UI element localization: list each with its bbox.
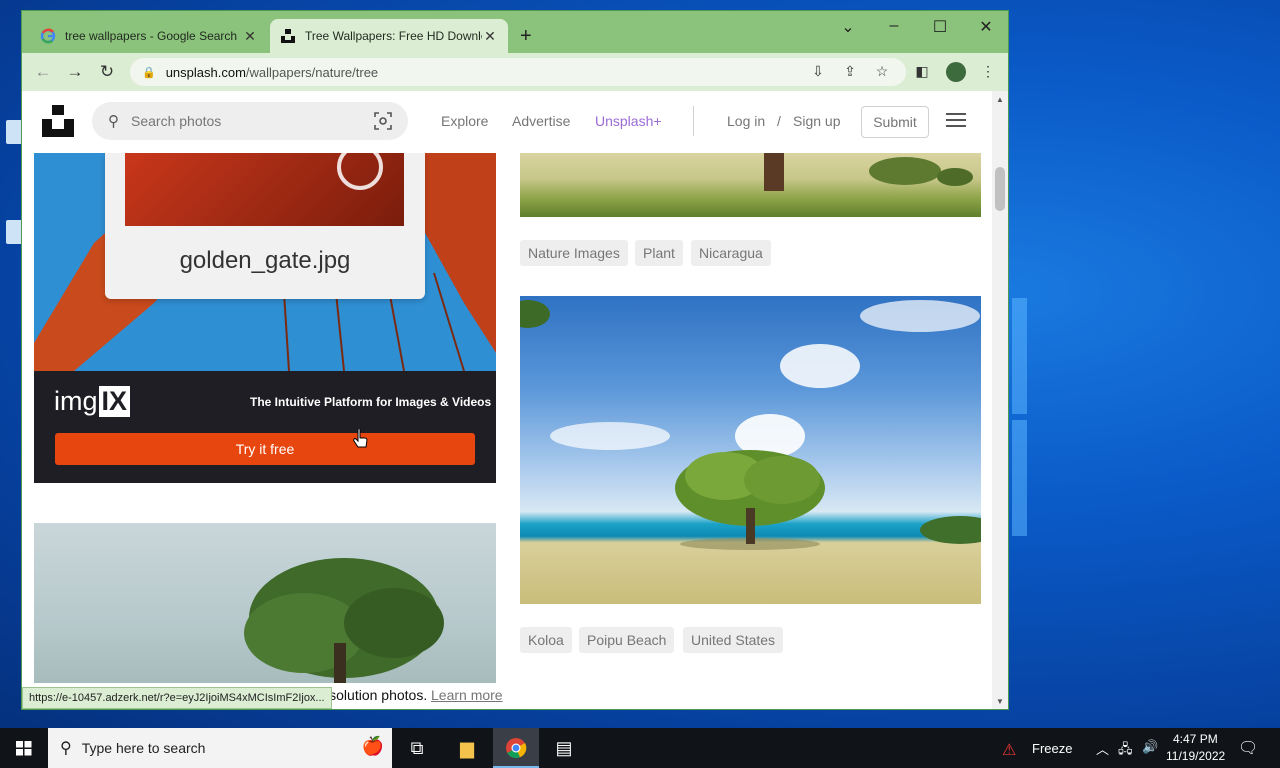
- tab-strip: tree wallpapers - Google Search ✕ Tree W…: [22, 11, 1008, 53]
- side-panel-icon[interactable]: ◧: [912, 63, 932, 80]
- nav-explore-link[interactable]: Explore: [441, 113, 488, 129]
- tag-link[interactable]: Plant: [635, 240, 683, 266]
- ad-footer: img IX The Intuitive Platform for Images …: [34, 371, 496, 483]
- imgix-advertisement[interactable]: golden_gate.jpg img IX The Intuitive Plat…: [34, 153, 496, 483]
- ad-file-name: golden_gate.jpg: [179, 247, 351, 274]
- reload-button[interactable]: ↻: [96, 61, 118, 83]
- windows-start-icon[interactable]: [0, 728, 48, 768]
- link-status-bar: https://e-10457.adzerk.net/r?e=eyJ2IjoiM…: [22, 687, 332, 709]
- close-tab-icon[interactable]: ✕: [242, 28, 258, 45]
- tab-unsplash[interactable]: Tree Wallpapers: Free HD Download ✕: [270, 19, 508, 53]
- tree-silhouette: [244, 558, 444, 683]
- network-icon[interactable]: 🖧: [1118, 740, 1133, 762]
- scroll-thumb[interactable]: [995, 167, 1005, 211]
- browser-window: tree wallpapers - Google Search ✕ Tree W…: [21, 10, 1009, 710]
- freeze-warning-icon[interactable]: ⚠: [1002, 740, 1016, 760]
- clock-date[interactable]: 11/19/2022: [1166, 749, 1225, 763]
- tag-link[interactable]: United States: [683, 627, 784, 653]
- ad-file-card: golden_gate.jpg: [105, 153, 425, 299]
- taskbar-search-box[interactable]: ⚲ Type here to search 🍎: [48, 728, 392, 768]
- site-header: ⚲ Search photos Explore Advertise Unspla…: [22, 91, 992, 153]
- chrome-icon: [506, 738, 527, 759]
- tray-chevron-icon[interactable]: ︿: [1096, 739, 1109, 758]
- close-window-button[interactable]: ✕: [974, 17, 998, 37]
- tag-link[interactable]: Koloa: [520, 627, 572, 653]
- tag-link[interactable]: Nicaragua: [691, 240, 771, 266]
- taskbar-search-placeholder: Type here to search: [81, 740, 206, 756]
- url-host: unsplash.com: [165, 64, 246, 80]
- clock-time[interactable]: 4:47 PM: [1173, 732, 1218, 746]
- loading-ring-icon: [337, 153, 383, 190]
- tab-title: Tree Wallpapers: Free HD Download: [305, 29, 482, 43]
- nav-divider: [693, 106, 694, 136]
- page-scrollbar[interactable]: ▲ ▼: [992, 91, 1008, 709]
- imgix-logo-text: img: [54, 386, 98, 416]
- hand-cursor-icon: [353, 429, 368, 448]
- nav-unsplash-plus-link[interactable]: Unsplash+: [595, 113, 662, 129]
- search-icon: ⚲: [60, 740, 72, 757]
- scroll-down-arrow-icon[interactable]: ▼: [992, 697, 1008, 706]
- windows-logo-pane: [1012, 298, 1027, 414]
- bookmark-star-icon[interactable]: ☆: [872, 63, 892, 80]
- browser-toolbar: ← → ↻ 🔒 unsplash.com/wallpapers/nature/t…: [22, 53, 1008, 91]
- notifications-icon[interactable]: 🗨: [1238, 738, 1258, 758]
- search-placeholder: Search photos: [131, 113, 222, 129]
- forward-button[interactable]: →: [64, 61, 86, 83]
- scroll-up-arrow-icon[interactable]: ▲: [992, 95, 1008, 104]
- tab-search-icon[interactable]: ⌄: [836, 17, 860, 37]
- share-icon[interactable]: ⇪: [840, 63, 860, 80]
- tag-link[interactable]: Nature Images: [520, 240, 628, 266]
- app-taskbar-icon[interactable]: ▤: [541, 728, 587, 768]
- windows-logo-pane: [1012, 420, 1027, 536]
- new-tab-button[interactable]: +: [520, 25, 532, 48]
- file-explorer-icon[interactable]: ▆: [444, 728, 490, 768]
- field-trees: [764, 153, 973, 191]
- profile-avatar[interactable]: [946, 62, 966, 82]
- unsplash-logo-icon[interactable]: [42, 105, 74, 137]
- task-view-icon[interactable]: ⧉: [394, 728, 440, 768]
- minimize-button[interactable]: –: [882, 17, 906, 35]
- beach-scene: [520, 300, 981, 550]
- visual-search-icon[interactable]: [374, 112, 392, 130]
- learn-more-link[interactable]: Learn more: [431, 687, 503, 703]
- photo-tree-field[interactable]: [520, 153, 981, 217]
- search-icon: ⚲: [108, 113, 119, 130]
- submit-photo-button[interactable]: Submit: [861, 106, 929, 138]
- tab-google-search[interactable]: tree wallpapers - Google Search ✕: [30, 19, 268, 53]
- hamburger-menu-icon[interactable]: [946, 113, 966, 129]
- web-page: ⚲ Search photos Explore Advertise Unspla…: [22, 91, 1008, 709]
- url-path: /wallpapers/nature/tree: [245, 64, 379, 80]
- back-button[interactable]: ←: [32, 61, 54, 83]
- freeze-label[interactable]: Freeze: [1032, 741, 1072, 756]
- search-photos-input[interactable]: ⚲ Search photos: [92, 102, 408, 140]
- tab-title: tree wallpapers - Google Search: [65, 29, 238, 43]
- windows-taskbar: ⚲ Type here to search 🍎 ⧉ ▆ ▤ ⚠ Freeze ︿…: [0, 728, 1280, 768]
- tag-link[interactable]: Poipu Beach: [579, 627, 675, 653]
- photo-beach-tree[interactable]: [520, 296, 981, 604]
- imgix-logo: img IX: [54, 386, 131, 417]
- login-link[interactable]: Log in: [727, 113, 765, 129]
- install-app-icon[interactable]: ⇩: [808, 63, 828, 80]
- close-tab-icon[interactable]: ✕: [482, 28, 498, 45]
- chrome-taskbar-icon[interactable]: [493, 728, 539, 768]
- menu-kebab-icon[interactable]: ⋮: [978, 63, 998, 80]
- nav-advertise-link[interactable]: Advertise: [512, 113, 570, 129]
- lock-icon[interactable]: 🔒: [142, 66, 156, 79]
- google-g-icon: [40, 28, 56, 44]
- photo-tree-cloudy[interactable]: [34, 523, 496, 683]
- search-highlight-icon: 🍎: [361, 736, 384, 756]
- address-bar[interactable]: 🔒 unsplash.com/wallpapers/nature/tree: [130, 58, 906, 86]
- signup-link[interactable]: Sign up: [793, 113, 840, 129]
- try-it-free-button[interactable]: Try it free: [55, 433, 475, 465]
- volume-icon[interactable]: 🔊: [1142, 739, 1158, 755]
- maximize-button[interactable]: ☐: [928, 17, 952, 37]
- ad-tagline: The Intuitive Platform for Images & Vide…: [250, 395, 492, 409]
- unsplash-icon: [281, 29, 295, 43]
- nav-slash: /: [777, 113, 781, 129]
- imgix-logo-box: IX: [98, 386, 131, 417]
